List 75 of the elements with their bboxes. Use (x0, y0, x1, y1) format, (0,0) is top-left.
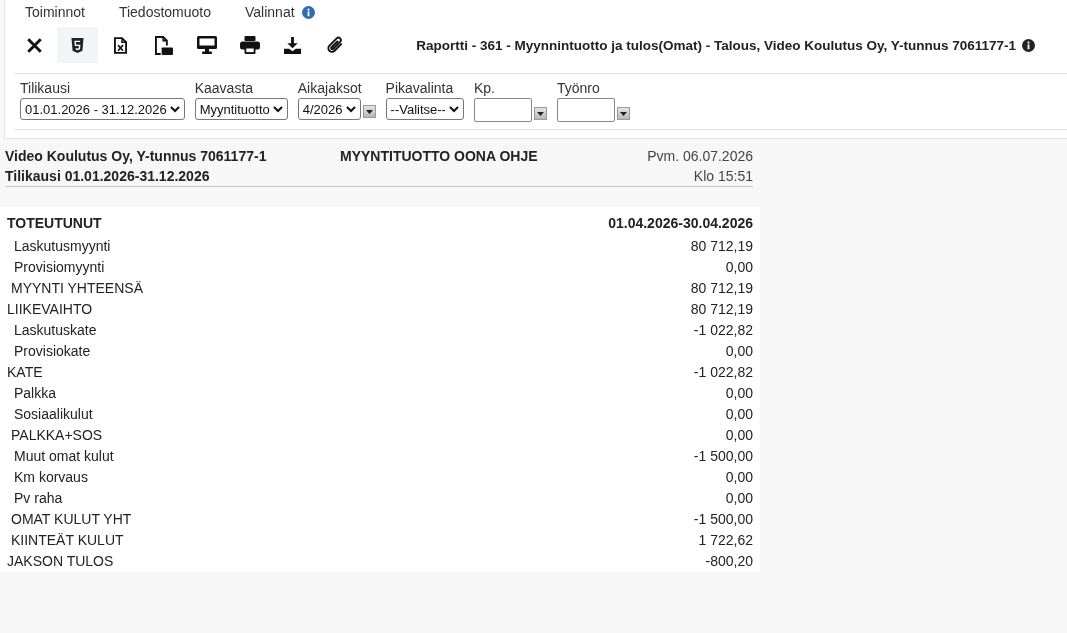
menu-item[interactable]: Toiminnot (25, 4, 85, 20)
chevron-icon (448, 105, 459, 113)
row-value: 0,00 (725, 489, 753, 506)
report-date: Pvm. 06.07.2026 (647, 148, 753, 164)
dropdown-select[interactable]: Myyntituotto (194, 98, 288, 120)
report-heading: MYYNTITUOTTO OONA OHJE (340, 148, 539, 164)
row-label: Muut omat kulut (13, 447, 114, 464)
row-value: 0,00 (725, 342, 753, 359)
row-label: Laskutusmyynti (13, 237, 111, 254)
field-label: Kp. (473, 80, 495, 97)
chevron-icon (169, 105, 180, 113)
row-value: -1 500,00 (693, 447, 753, 464)
document-icon (154, 35, 173, 55)
field-label: Työnro (556, 80, 600, 97)
row-value: -1 500,00 (693, 510, 753, 527)
row-label: Pv raha (13, 489, 63, 506)
chevron-icon (345, 105, 356, 113)
row-label: Laskutuskate (13, 321, 97, 338)
download-icon (284, 36, 301, 54)
column-heading: 01.04.2026-30.04.2026 (608, 215, 753, 231)
printer-icon (239, 36, 260, 54)
row-label: Provisiomyynti (13, 258, 105, 275)
row-label: JAKSON TULOS (7, 552, 114, 569)
close-icon (27, 37, 42, 53)
input-field[interactable] (556, 98, 615, 122)
field-label: Tilikausi (20, 80, 71, 97)
row-value: 80 712,19 (690, 279, 753, 296)
toolbar-button[interactable] (57, 27, 98, 63)
paperclip-icon (327, 35, 344, 55)
row-value: 1 722,62 (698, 531, 753, 548)
dropdown-button[interactable] (616, 107, 630, 120)
row-label: Km korvaus (13, 468, 88, 485)
row-label: Palkka (13, 384, 57, 401)
row-value: -1 022,82 (693, 321, 753, 338)
info-icon[interactable] (1022, 38, 1035, 52)
row-label: PALKKA+SOS (10, 426, 103, 443)
row-value: 0,00 (725, 258, 753, 275)
row-label: KIINTEÄT KULUT (10, 531, 124, 548)
row-label: LIIKEVAIHTO (7, 300, 93, 317)
field-label: Pikavalinta (385, 80, 454, 97)
row-value: 80 712,19 (690, 237, 753, 254)
report-time: Klo 15:51 (693, 168, 753, 184)
dropdown-select[interactable]: 01.01.2026 - 31.12.2026 (20, 98, 185, 120)
row-label: Provisiokate (13, 342, 91, 359)
field-label: Kaavasta (194, 80, 254, 97)
caret-icon (619, 111, 627, 116)
row-label: MYYNTI YHTEENSÄ (10, 279, 143, 296)
menu-item[interactable]: Valinnat (245, 4, 295, 20)
row-value: -1 022,82 (693, 363, 753, 380)
row-value: 0,00 (725, 405, 753, 422)
input-field[interactable] (473, 98, 532, 122)
menu-item[interactable]: Tiedostomuoto (118, 4, 211, 20)
field-label: Aikajaksot (297, 80, 362, 97)
row-value: 80 712,19 (690, 300, 753, 317)
section-heading: TOTEUTUNUT (7, 215, 102, 231)
caret-icon (536, 111, 544, 116)
caret-icon (365, 109, 373, 114)
row-label: Sosiaalikulut (13, 405, 93, 422)
row-label: KATE (7, 363, 43, 380)
row-value: 0,00 (725, 384, 753, 401)
row-label: OMAT KULUT YHT (10, 510, 132, 527)
x-document-icon (114, 36, 127, 54)
row-value: 0,00 (725, 468, 753, 485)
dropdown-button[interactable] (362, 105, 376, 118)
fiscal-period: Tilikausi 01.01.2026-31.12.2026 (5, 168, 211, 184)
company-name: Video Koulutus Oy, Y-tunnus 7061177-1 (5, 148, 268, 164)
row-value: -800,20 (705, 552, 753, 569)
dropdown-select[interactable]: 4/2026 (297, 98, 361, 120)
monitor-icon (196, 36, 217, 54)
shield-icon (71, 37, 84, 53)
report-title: Raportti - 361 - Myynnintuotto ja tulos(Omat) - Talous, Video Koulutus Oy, Y-tunnus 7061177-1 (416, 37, 1016, 53)
dropdown-select[interactable]: --Valitse-- (385, 98, 464, 120)
row-value: 0,00 (725, 426, 753, 443)
dropdown-button[interactable] (533, 107, 547, 120)
chevron-icon (272, 105, 283, 113)
